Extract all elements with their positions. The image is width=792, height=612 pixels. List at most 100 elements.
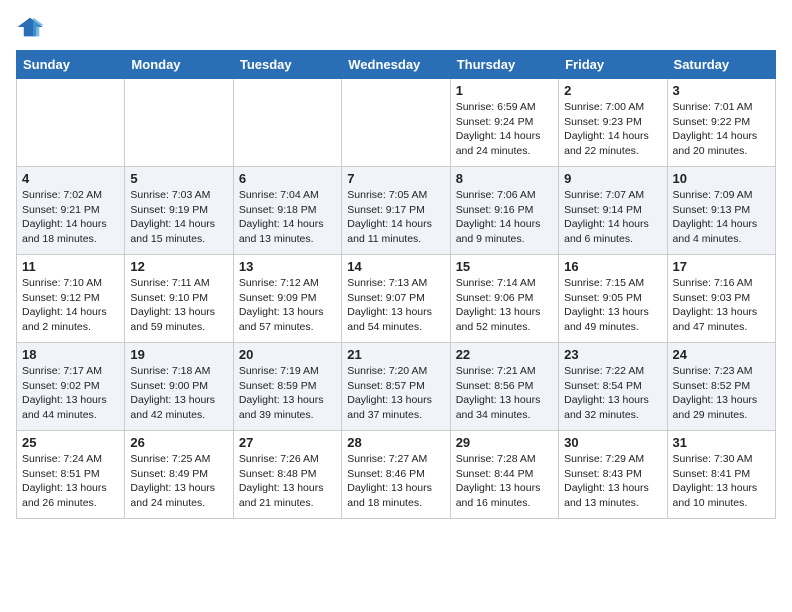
day-number: 14 bbox=[347, 259, 444, 274]
day-info: Sunrise: 7:03 AM Sunset: 9:19 PM Dayligh… bbox=[130, 188, 227, 247]
day-number: 18 bbox=[22, 347, 119, 362]
calendar-cell bbox=[342, 79, 450, 167]
calendar-cell: 4 Sunrise: 7:02 AM Sunset: 9:21 PM Daylig… bbox=[17, 167, 125, 255]
calendar-cell: 7 Sunrise: 7:05 AM Sunset: 9:17 PM Daylig… bbox=[342, 167, 450, 255]
day-info: Sunrise: 7:09 AM Sunset: 9:13 PM Dayligh… bbox=[673, 188, 770, 247]
logo-icon bbox=[16, 16, 44, 38]
day-number: 15 bbox=[456, 259, 553, 274]
day-number: 22 bbox=[456, 347, 553, 362]
day-info: Sunrise: 7:16 AM Sunset: 9:03 PM Dayligh… bbox=[673, 276, 770, 335]
day-number: 4 bbox=[22, 171, 119, 186]
day-info: Sunrise: 7:27 AM Sunset: 8:46 PM Dayligh… bbox=[347, 452, 444, 511]
day-number: 31 bbox=[673, 435, 770, 450]
day-info: Sunrise: 7:00 AM Sunset: 9:23 PM Dayligh… bbox=[564, 100, 661, 159]
day-number: 17 bbox=[673, 259, 770, 274]
day-number: 7 bbox=[347, 171, 444, 186]
weekday-header: Saturday bbox=[667, 51, 775, 79]
day-number: 11 bbox=[22, 259, 119, 274]
calendar-cell: 11 Sunrise: 7:10 AM Sunset: 9:12 PM Dayli… bbox=[17, 255, 125, 343]
day-info: Sunrise: 7:07 AM Sunset: 9:14 PM Dayligh… bbox=[564, 188, 661, 247]
day-info: Sunrise: 7:15 AM Sunset: 9:05 PM Dayligh… bbox=[564, 276, 661, 335]
day-number: 21 bbox=[347, 347, 444, 362]
day-info: Sunrise: 7:22 AM Sunset: 8:54 PM Dayligh… bbox=[564, 364, 661, 423]
day-info: Sunrise: 7:06 AM Sunset: 9:16 PM Dayligh… bbox=[456, 188, 553, 247]
day-info: Sunrise: 7:18 AM Sunset: 9:00 PM Dayligh… bbox=[130, 364, 227, 423]
day-number: 9 bbox=[564, 171, 661, 186]
calendar-cell: 29 Sunrise: 7:28 AM Sunset: 8:44 PM Dayli… bbox=[450, 431, 558, 519]
calendar-cell: 8Sunrise: 7:06 AM Sunset: 9:16 PM Daylig… bbox=[450, 167, 558, 255]
day-info: Sunrise: 7:25 AM Sunset: 8:49 PM Dayligh… bbox=[130, 452, 227, 511]
day-number: 3 bbox=[673, 83, 770, 98]
day-number: 19 bbox=[130, 347, 227, 362]
day-number: 20 bbox=[239, 347, 336, 362]
page-header bbox=[16, 16, 776, 38]
day-info: Sunrise: 7:19 AM Sunset: 8:59 PM Dayligh… bbox=[239, 364, 336, 423]
day-info: Sunrise: 6:59 AM Sunset: 9:24 PM Dayligh… bbox=[456, 100, 553, 159]
day-number: 6 bbox=[239, 171, 336, 186]
day-number: 25 bbox=[22, 435, 119, 450]
calendar-cell: 2 Sunrise: 7:00 AM Sunset: 9:23 PM Daylig… bbox=[559, 79, 667, 167]
day-number: 13 bbox=[239, 259, 336, 274]
calendar-cell: 20 Sunrise: 7:19 AM Sunset: 8:59 PM Dayli… bbox=[233, 343, 341, 431]
weekday-header: Monday bbox=[125, 51, 233, 79]
day-info: Sunrise: 7:11 AM Sunset: 9:10 PM Dayligh… bbox=[130, 276, 227, 335]
day-info: Sunrise: 7:26 AM Sunset: 8:48 PM Dayligh… bbox=[239, 452, 336, 511]
day-number: 5 bbox=[130, 171, 227, 186]
weekday-header: Tuesday bbox=[233, 51, 341, 79]
calendar-cell: 25 Sunrise: 7:24 AM Sunset: 8:51 PM Dayli… bbox=[17, 431, 125, 519]
calendar-cell: 24 Sunrise: 7:23 AM Sunset: 8:52 PM Dayli… bbox=[667, 343, 775, 431]
day-number: 10 bbox=[673, 171, 770, 186]
day-info: Sunrise: 7:02 AM Sunset: 9:21 PM Dayligh… bbox=[22, 188, 119, 247]
day-number: 30 bbox=[564, 435, 661, 450]
weekday-header: Wednesday bbox=[342, 51, 450, 79]
day-info: Sunrise: 7:17 AM Sunset: 9:02 PM Dayligh… bbox=[22, 364, 119, 423]
day-info: Sunrise: 7:12 AM Sunset: 9:09 PM Dayligh… bbox=[239, 276, 336, 335]
weekday-header: Sunday bbox=[17, 51, 125, 79]
calendar-cell: 15 Sunrise: 7:14 AM Sunset: 9:06 PM Dayli… bbox=[450, 255, 558, 343]
day-number: 27 bbox=[239, 435, 336, 450]
day-number: 12 bbox=[130, 259, 227, 274]
calendar-cell: 30Sunrise: 7:29 AM Sunset: 8:43 PM Dayli… bbox=[559, 431, 667, 519]
day-number: 23 bbox=[564, 347, 661, 362]
calendar-table: SundayMondayTuesdayWednesdayThursdayFrid… bbox=[16, 50, 776, 519]
calendar-cell: 13 Sunrise: 7:12 AM Sunset: 9:09 PM Dayli… bbox=[233, 255, 341, 343]
calendar-cell: 21 Sunrise: 7:20 AM Sunset: 8:57 PM Dayli… bbox=[342, 343, 450, 431]
calendar-cell: 6 Sunrise: 7:04 AM Sunset: 9:18 PM Daylig… bbox=[233, 167, 341, 255]
day-number: 16 bbox=[564, 259, 661, 274]
calendar-cell: 19 Sunrise: 7:18 AM Sunset: 9:00 PM Dayli… bbox=[125, 343, 233, 431]
day-info: Sunrise: 7:14 AM Sunset: 9:06 PM Dayligh… bbox=[456, 276, 553, 335]
day-number: 2 bbox=[564, 83, 661, 98]
day-info: Sunrise: 7:04 AM Sunset: 9:18 PM Dayligh… bbox=[239, 188, 336, 247]
day-info: Sunrise: 7:20 AM Sunset: 8:57 PM Dayligh… bbox=[347, 364, 444, 423]
day-info: Sunrise: 7:05 AM Sunset: 9:17 PM Dayligh… bbox=[347, 188, 444, 247]
day-info: Sunrise: 7:13 AM Sunset: 9:07 PM Dayligh… bbox=[347, 276, 444, 335]
calendar-cell: 27 Sunrise: 7:26 AM Sunset: 8:48 PM Dayli… bbox=[233, 431, 341, 519]
calendar-cell bbox=[17, 79, 125, 167]
day-info: Sunrise: 7:30 AM Sunset: 8:41 PM Dayligh… bbox=[673, 452, 770, 511]
calendar-cell: 9 Sunrise: 7:07 AM Sunset: 9:14 PM Daylig… bbox=[559, 167, 667, 255]
calendar-cell: 5 Sunrise: 7:03 AM Sunset: 9:19 PM Daylig… bbox=[125, 167, 233, 255]
calendar-cell bbox=[233, 79, 341, 167]
calendar-cell: 12 Sunrise: 7:11 AM Sunset: 9:10 PM Dayli… bbox=[125, 255, 233, 343]
calendar-cell: 16 Sunrise: 7:15 AM Sunset: 9:05 PM Dayli… bbox=[559, 255, 667, 343]
calendar-cell bbox=[125, 79, 233, 167]
day-number: 1 bbox=[456, 83, 553, 98]
weekday-header: Thursday bbox=[450, 51, 558, 79]
day-number: 28 bbox=[347, 435, 444, 450]
day-number: 24 bbox=[673, 347, 770, 362]
day-info: Sunrise: 7:28 AM Sunset: 8:44 PM Dayligh… bbox=[456, 452, 553, 511]
day-info: Sunrise: 7:23 AM Sunset: 8:52 PM Dayligh… bbox=[673, 364, 770, 423]
day-info: Sunrise: 7:10 AM Sunset: 9:12 PM Dayligh… bbox=[22, 276, 119, 335]
day-info: Sunrise: 7:24 AM Sunset: 8:51 PM Dayligh… bbox=[22, 452, 119, 511]
calendar-cell: 31 Sunrise: 7:30 AM Sunset: 8:41 PM Dayli… bbox=[667, 431, 775, 519]
calendar-cell: 17 Sunrise: 7:16 AM Sunset: 9:03 PM Dayli… bbox=[667, 255, 775, 343]
day-number: 29 bbox=[456, 435, 553, 450]
calendar-cell: 1 Sunrise: 6:59 AM Sunset: 9:24 PM Daylig… bbox=[450, 79, 558, 167]
calendar-cell: 10 Sunrise: 7:09 AM Sunset: 9:13 PM Dayli… bbox=[667, 167, 775, 255]
calendar-cell: 28 Sunrise: 7:27 AM Sunset: 8:46 PM Dayli… bbox=[342, 431, 450, 519]
day-info: Sunrise: 7:01 AM Sunset: 9:22 PM Dayligh… bbox=[673, 100, 770, 159]
calendar-cell: 14 Sunrise: 7:13 AM Sunset: 9:07 PM Dayli… bbox=[342, 255, 450, 343]
calendar-cell: 22Sunrise: 7:21 AM Sunset: 8:56 PM Dayli… bbox=[450, 343, 558, 431]
day-number: 26 bbox=[130, 435, 227, 450]
calendar-cell: 26 Sunrise: 7:25 AM Sunset: 8:49 PM Dayli… bbox=[125, 431, 233, 519]
